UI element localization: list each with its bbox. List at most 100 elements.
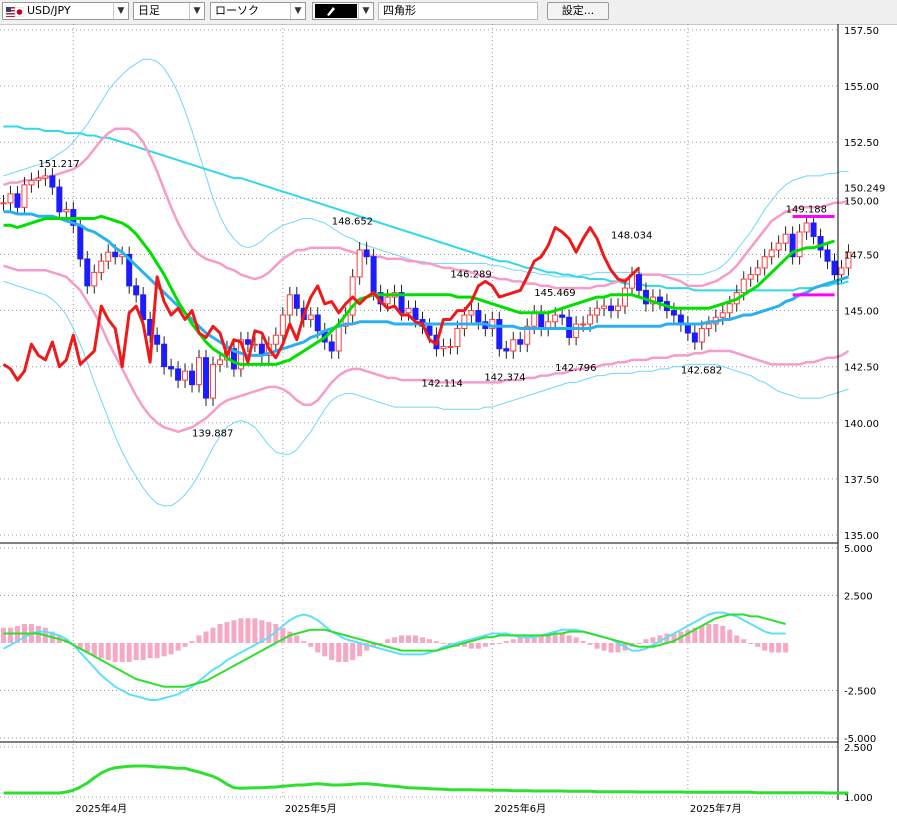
candle-body [698,328,705,343]
timeframe-label: 日足 [138,4,160,17]
candle-body [782,233,789,244]
macd-histogram-bar [433,641,439,643]
toolbar: USD/JPY ▼ 日足 ▼ ローソク ▼ ▼ 四角形 設定... [0,0,897,25]
chevron-down-icon[interactable]: ▼ [290,3,305,19]
candle-body [740,278,747,294]
candle-body [168,366,175,370]
candle-body [21,184,28,208]
macd-axis-label: 5.000 [844,544,873,555]
candle-body [531,312,538,327]
candle-body [726,303,733,314]
candle-body [412,307,419,321]
candle-body [768,249,775,258]
date-axis-label: 2025年6月 [494,802,546,815]
macd-histogram-bar [308,643,314,647]
candle-body [538,312,545,330]
macd-histogram-bar [482,643,488,647]
macd-histogram-bar [496,643,502,644]
price-annotation: 151.217 [38,159,79,170]
candle-body [447,345,454,348]
draw-tool-select[interactable]: ▼ [312,2,374,20]
pen-icon [315,4,357,18]
macd-histogram-bar [399,635,405,643]
candle-body [475,310,482,323]
candle-body [705,323,712,330]
macd-histogram-bar [769,643,775,653]
macd-histogram-bar [475,643,481,649]
draw-shape-field[interactable]: 四角形 [378,2,538,20]
macd-histogram-bar [119,643,125,662]
macd-histogram-bar [224,622,230,643]
macd-histogram-bar [762,643,768,651]
date-axis-label: 2025年4月 [75,802,127,815]
macd-histogram-bar [406,635,412,643]
candle-body [196,357,203,386]
macd-histogram-bar [636,643,642,644]
date-axis-label: 2025年7月 [690,802,742,815]
candle-body [517,339,524,345]
candle-body [594,307,601,316]
candle-body [405,307,412,314]
candle-body [307,314,314,321]
candle-body [161,343,168,368]
candle-body [503,348,510,352]
candle-body [7,193,14,204]
candle-body [601,305,608,309]
macd-histogram-bar [252,618,258,643]
candle-body [817,235,824,251]
macd-histogram-bar [699,625,705,643]
macd-histogram-bar [713,624,719,643]
macd-histogram-bar [413,635,419,643]
candle-body [105,251,112,262]
macd-histogram-bar [126,643,132,662]
macd-histogram-bar [217,624,223,643]
macd-histogram-bar [175,643,181,651]
chevron-down-icon[interactable]: ▼ [189,3,204,19]
price-annotation: 148.652 [332,217,373,228]
candle-body [28,179,35,186]
macd-histogram-bar [105,643,111,661]
price-annotation: 142.796 [555,363,596,374]
macd-histogram-bar [440,643,446,644]
candle-body [356,249,363,278]
macd-histogram-bar [741,639,747,643]
macd-histogram-bar [755,643,761,647]
candle-body [98,260,105,273]
candle-body [810,222,817,237]
price-axis-label: 142.50 [844,363,879,374]
candle-body [112,251,119,258]
price-annotation: 139.887 [192,428,233,439]
price-axis-label: 135.00 [844,531,879,542]
macd-histogram-bar [112,643,118,662]
candle-body [203,357,210,399]
candle-body [656,296,663,303]
price-annotation: 148.034 [611,230,652,241]
macd-axis-label: -2.500 [844,687,876,698]
candle-body [91,271,98,287]
settings-button[interactable]: 設定... [547,2,609,20]
candle-body [293,294,300,309]
candle-body [182,370,189,381]
macd-histogram-bar [643,639,649,643]
candle-body [635,274,642,291]
candle-body [573,323,580,338]
candle-body [468,310,475,316]
macd-histogram-bar [580,641,586,643]
macd-histogram-bar [594,643,600,649]
candle-body [49,175,56,188]
price-axis-label: 157.50 [844,26,879,37]
symbol-select[interactable]: USD/JPY ▼ [2,2,129,20]
candle-body [56,186,63,213]
macd-histogram-bar [727,629,733,643]
macd-histogram-bar [147,643,153,659]
candle-body [796,231,803,258]
candle-body [642,289,649,305]
candle-body [496,319,503,350]
chart-style-select[interactable]: ローソク ▼ [210,2,306,20]
price-axis-label: 155.00 [844,82,879,93]
timeframe-select[interactable]: 日足 ▼ [133,2,205,20]
chevron-down-icon[interactable]: ▼ [113,3,128,19]
price-annotation: 142.682 [681,366,722,377]
candle-body [279,314,286,336]
chevron-down-icon[interactable]: ▼ [358,3,373,19]
